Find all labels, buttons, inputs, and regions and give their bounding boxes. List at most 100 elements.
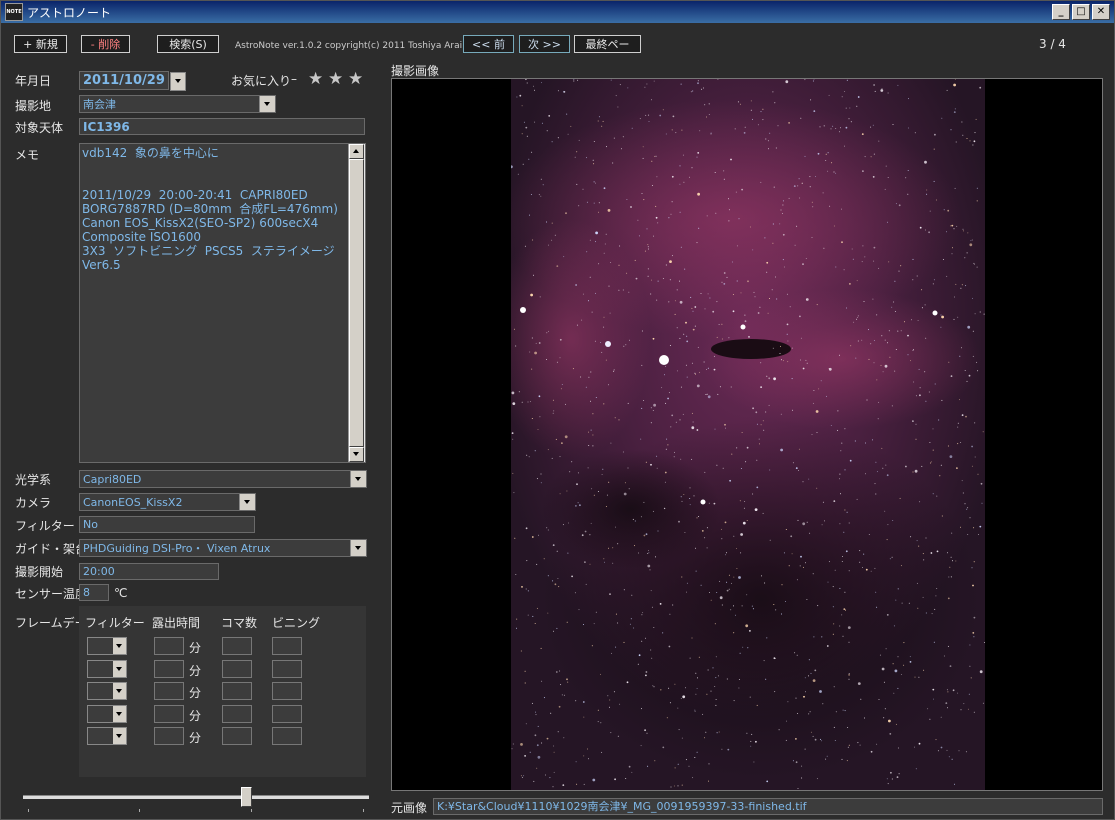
start-field[interactable]: 20:00 bbox=[79, 563, 219, 580]
prev-button[interactable]: << 前 bbox=[463, 35, 514, 53]
next-button[interactable]: 次 >> bbox=[519, 35, 570, 53]
frame-binning-input[interactable] bbox=[272, 637, 302, 655]
image-section-label: 撮影画像 bbox=[391, 64, 440, 78]
slider-tick bbox=[251, 809, 252, 812]
maximize-button[interactable]: □ bbox=[1072, 4, 1090, 20]
star-icon[interactable]: ★ bbox=[308, 71, 323, 88]
optics-value: Capri80ED bbox=[83, 473, 142, 486]
minimize-button[interactable]: _ bbox=[1052, 4, 1070, 20]
object-label: 対象天体 bbox=[15, 121, 64, 135]
minute-unit: 分 bbox=[189, 641, 202, 655]
slider-track[interactable] bbox=[23, 795, 369, 799]
minute-unit: 分 bbox=[189, 686, 202, 700]
slider-thumb[interactable] bbox=[240, 787, 252, 807]
star-icon[interactable]: ★ bbox=[328, 71, 343, 88]
chevron-down-icon bbox=[350, 540, 366, 556]
frame-filter-select[interactable] bbox=[87, 682, 127, 700]
frame-exposure-input[interactable] bbox=[154, 682, 184, 700]
frame-binning-input[interactable] bbox=[272, 659, 302, 678]
date-label: 年月日 bbox=[15, 74, 52, 88]
start-label: 撮影開始 bbox=[15, 565, 64, 579]
frame-binning-input[interactable] bbox=[272, 704, 302, 723]
frame-count-input[interactable] bbox=[222, 727, 252, 745]
title-bar[interactable]: NOTE アストロノート _ □ ✕ bbox=[1, 1, 1114, 23]
minute-unit: 分 bbox=[189, 663, 202, 678]
copyright-text: AstroNote ver.1.0.2 copyright(c) 2011 To… bbox=[235, 41, 463, 51]
frame-exposure-input[interactable] bbox=[154, 637, 184, 655]
filter-field[interactable]: No bbox=[79, 516, 255, 533]
date-field[interactable]: 2011/10/29 bbox=[79, 71, 169, 90]
filter-label: フィルター bbox=[15, 519, 75, 533]
sensor-label: センサー温度 bbox=[15, 587, 88, 601]
memo-textarea[interactable]: vdb142 象の鼻を中心に 2011/10/29 20:00-20:41 CA… bbox=[79, 143, 366, 463]
frame-count-input[interactable] bbox=[222, 704, 252, 723]
optics-select[interactable]: Capri80ED bbox=[79, 470, 367, 488]
frame-exposure-input[interactable] bbox=[154, 727, 184, 745]
memo-text: vdb142 象の鼻を中心に 2011/10/29 20:00-20:41 CA… bbox=[82, 146, 338, 272]
location-select[interactable]: 南会津 bbox=[79, 95, 276, 113]
close-button[interactable]: ✕ bbox=[1092, 4, 1110, 20]
chevron-down-icon bbox=[113, 728, 126, 744]
minute-unit: 分 bbox=[189, 731, 202, 745]
memo-scrollbar[interactable] bbox=[348, 144, 365, 462]
favorite-label: お気に入り bbox=[231, 74, 292, 88]
optics-label: 光学系 bbox=[15, 473, 52, 487]
frame-count-input[interactable] bbox=[222, 637, 252, 655]
delete-button[interactable]: - 削除 bbox=[81, 35, 130, 53]
chevron-down-icon bbox=[113, 638, 126, 654]
app-icon: NOTE bbox=[5, 3, 23, 21]
camera-select[interactable]: CanonEOS_KissX2 bbox=[79, 493, 256, 511]
frame-exposure-input[interactable] bbox=[154, 659, 184, 678]
source-path-field[interactable]: K:¥Star&Cloud¥1110¥1029南会津¥_MG_009195939… bbox=[433, 798, 1103, 815]
favorite-dash: – bbox=[291, 72, 297, 86]
guide-label: ガイド・架台 bbox=[15, 542, 88, 556]
frame-filter-select[interactable] bbox=[87, 659, 127, 678]
frame-filter-select[interactable] bbox=[87, 637, 127, 655]
last-page-button[interactable]: 最終ペー bbox=[574, 35, 641, 53]
sensor-field[interactable]: 8 bbox=[79, 584, 109, 601]
slider-tick bbox=[28, 809, 29, 812]
guide-value: PHDGuiding DSI-Pro・ Vixen Atrux bbox=[83, 542, 271, 555]
chevron-down-icon bbox=[239, 494, 255, 510]
object-field[interactable]: IC1396 bbox=[79, 118, 365, 135]
minute-unit: 分 bbox=[189, 708, 202, 723]
location-label: 撮影地 bbox=[15, 99, 52, 113]
window-title: アストロノート bbox=[27, 5, 112, 20]
scroll-up-icon[interactable] bbox=[349, 144, 364, 159]
chevron-down-icon bbox=[113, 660, 126, 677]
camera-label: カメラ bbox=[15, 496, 52, 510]
source-label: 元画像 bbox=[391, 801, 428, 815]
chevron-down-icon bbox=[113, 705, 126, 722]
star-icon[interactable]: ★ bbox=[348, 71, 363, 88]
slider-tick bbox=[139, 809, 140, 812]
location-value: 南会津 bbox=[83, 98, 116, 111]
frame-binning-input[interactable] bbox=[272, 682, 302, 700]
frame-exposure-input[interactable] bbox=[154, 704, 184, 723]
search-button[interactable]: 検索(S) bbox=[157, 35, 219, 53]
page-indicator: 3 / 4 bbox=[1039, 37, 1066, 51]
chevron-down-icon bbox=[113, 683, 126, 699]
astro-photo bbox=[511, 79, 985, 790]
col-binning-header: ビニング bbox=[272, 616, 321, 630]
frame-binning-input[interactable] bbox=[272, 727, 302, 745]
col-count-header: コマ数 bbox=[221, 616, 258, 630]
scroll-down-icon[interactable] bbox=[349, 447, 364, 462]
frame-filter-select[interactable] bbox=[87, 727, 127, 745]
sensor-unit: ℃ bbox=[114, 586, 128, 600]
col-filter-header: フィルター bbox=[85, 616, 145, 630]
guide-select[interactable]: PHDGuiding DSI-Pro・ Vixen Atrux bbox=[79, 539, 367, 557]
app-window: NOTE アストロノート _ □ ✕ + 新規 - 削除 検索(S) Astro… bbox=[0, 0, 1115, 820]
chevron-down-icon bbox=[350, 471, 366, 487]
frame-count-input[interactable] bbox=[222, 659, 252, 678]
frame-filter-select[interactable] bbox=[87, 704, 127, 723]
chevron-down-icon bbox=[259, 96, 275, 112]
image-viewer[interactable] bbox=[391, 78, 1103, 791]
scroll-thumb[interactable] bbox=[349, 159, 364, 447]
camera-value: CanonEOS_KissX2 bbox=[83, 496, 183, 509]
new-button[interactable]: + 新規 bbox=[14, 35, 67, 53]
date-picker-button[interactable] bbox=[170, 72, 186, 91]
memo-label: メモ bbox=[15, 148, 40, 162]
col-exposure-header: 露出時間 bbox=[152, 616, 201, 630]
frame-count-input[interactable] bbox=[222, 682, 252, 700]
slider-tick bbox=[363, 809, 364, 812]
